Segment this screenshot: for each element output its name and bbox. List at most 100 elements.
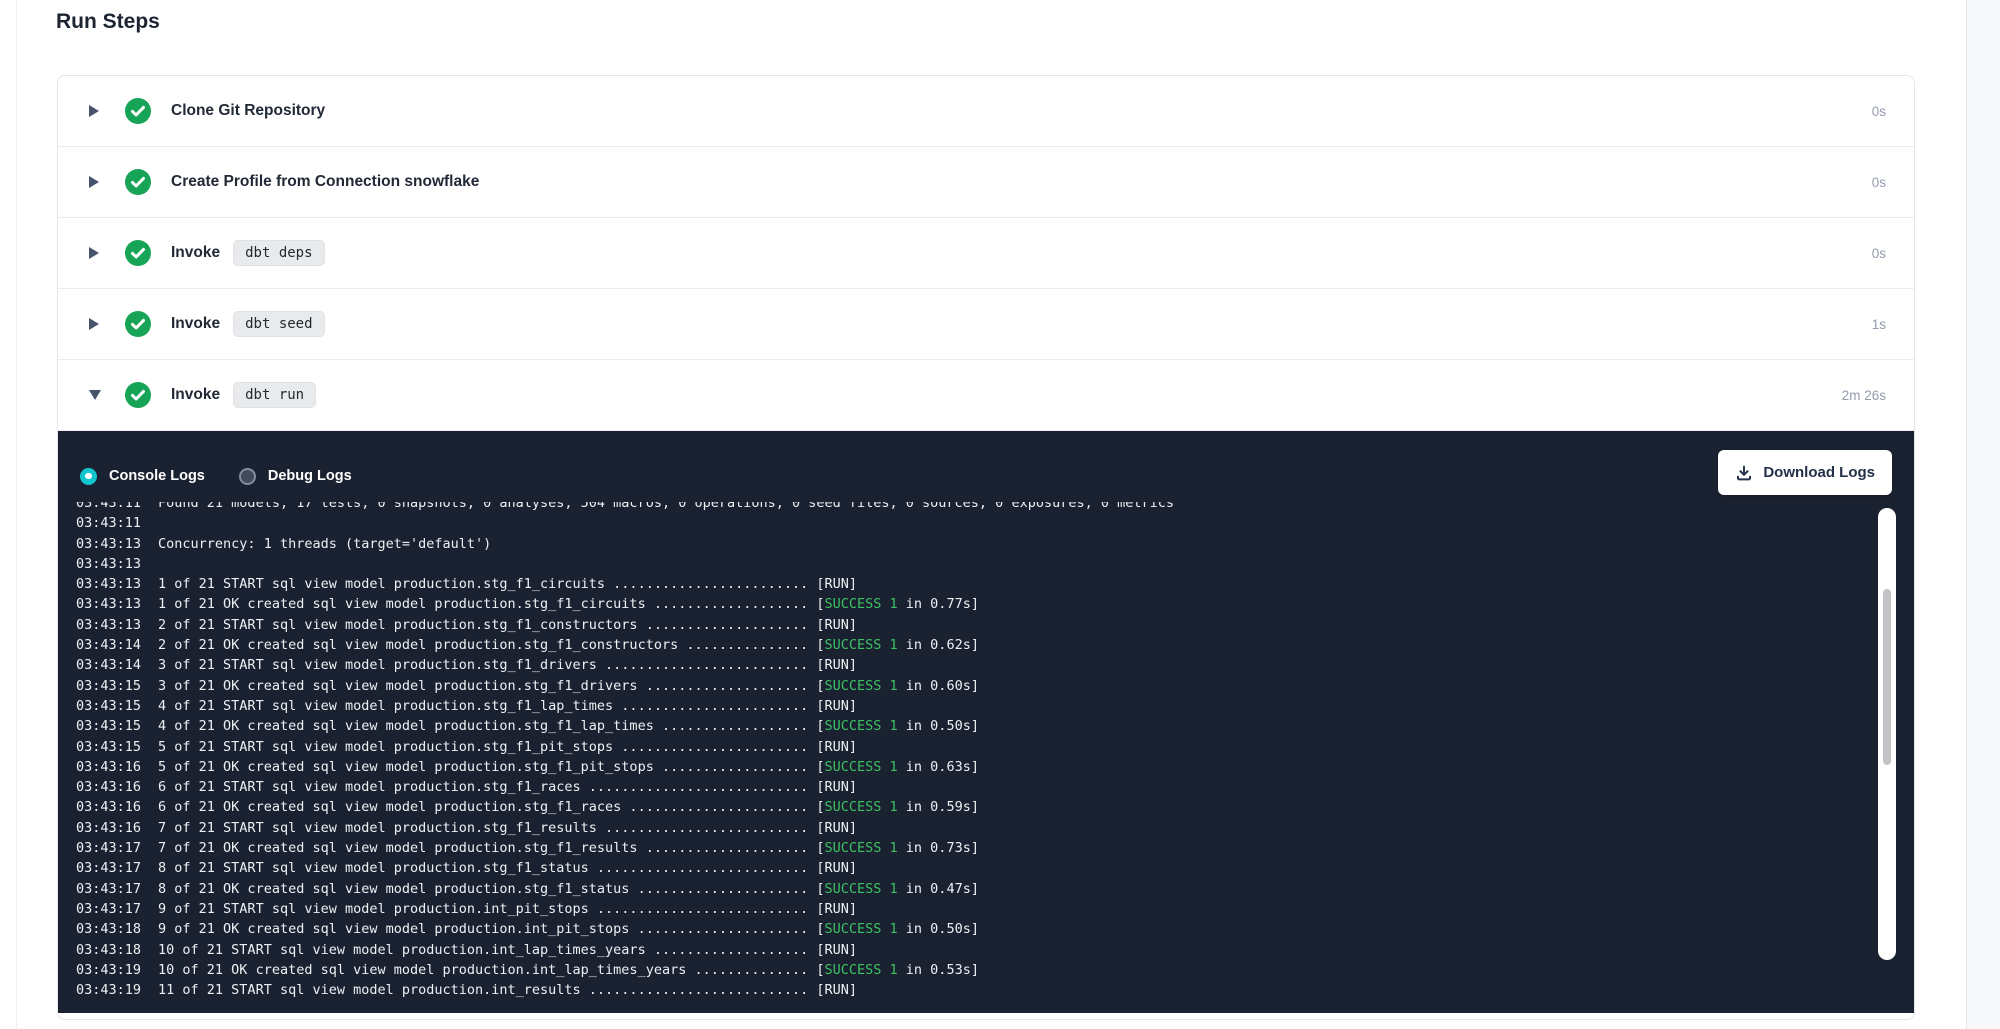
log-message: 5 of 21 OK created sql view model produc… xyxy=(158,759,979,775)
expand-caret-icon[interactable] xyxy=(89,247,103,259)
console-panel: Console Logs Debug Logs Download Logs 03… xyxy=(58,431,1914,1013)
success-check-icon xyxy=(125,240,151,266)
log-line: 03:43:13 2 of 21 START sql view model pro… xyxy=(76,615,1870,635)
log-message: 4 of 21 OK created sql view model produc… xyxy=(158,718,979,734)
log-line: 03:43:18 9 of 21 OK created sql view mode… xyxy=(76,919,1870,939)
log-line: 03:43:153 of 21 OK created sql view mode… xyxy=(76,676,1870,696)
log-timestamp: 03:43:17 xyxy=(76,901,141,917)
log-line: 03:43:16 7 of 21 START sql view model pro… xyxy=(76,818,1870,838)
success-check-icon xyxy=(125,382,151,408)
log-line: 03:43:14 2 of 21 OK created sql view mode… xyxy=(76,635,1870,655)
log-line: 03:43:19 10 of 21 OK created sql view mod… xyxy=(76,960,1870,980)
log-line: 03:43:17 9 of 21 START sql view model pro… xyxy=(76,899,1870,919)
log-message: 9 of 21 OK created sql view model produc… xyxy=(158,921,979,937)
log-message: 4 of 21 START sql view model production.… xyxy=(158,698,857,714)
log-timestamp: 03:43:13 xyxy=(76,556,141,572)
log-message: 3 of 21 OK created sql view model produc… xyxy=(158,678,979,694)
left-panel-divider xyxy=(16,0,17,1029)
log-message: 1 of 21 START sql view model production.… xyxy=(158,576,857,592)
console-logs-radio[interactable]: Console Logs xyxy=(80,468,205,485)
step-row-invoke-dbt-deps[interactable]: Invoke dbt deps 0s xyxy=(58,218,1914,289)
log-line: 03:43:11 xyxy=(76,513,1870,533)
download-logs-label: Download Logs xyxy=(1763,464,1875,481)
step-duration: 2m 26s xyxy=(1842,388,1886,403)
log-timestamp: 03:43:17 xyxy=(76,860,141,876)
console-scrollbar-thumb[interactable] xyxy=(1883,589,1891,765)
log-timestamp: 03:43:14 xyxy=(76,657,141,673)
log-timestamp: 03:43:16 xyxy=(76,759,141,775)
log-line: 03:43:13 1 of 21 OK created sql view mode… xyxy=(76,594,1870,614)
log-message: 10 of 21 OK created sql view model produ… xyxy=(158,962,979,978)
log-message: Concurrency: 1 threads (target='default'… xyxy=(158,536,491,552)
step-row-create-profile[interactable]: Create Profile from Connection snowflake… xyxy=(58,147,1914,218)
log-timestamp: 03:43:19 xyxy=(76,982,141,998)
log-timestamp: 03:43:11 xyxy=(76,515,141,531)
right-panel-strip xyxy=(1966,0,2000,1029)
command-badge: dbt seed xyxy=(233,311,324,337)
log-line: 03:43:155 of 21 START sql view model pro… xyxy=(76,737,1870,757)
log-timestamp: 03:43:15 xyxy=(76,718,141,734)
collapse-caret-icon[interactable] xyxy=(89,390,103,400)
log-timestamp: 03:43:11 xyxy=(76,502,141,511)
radio-selected-icon[interactable] xyxy=(80,468,97,485)
log-message: 8 of 21 START sql view model production.… xyxy=(158,860,857,876)
success-check-icon xyxy=(125,311,151,337)
log-timestamp: 03:43:18 xyxy=(76,942,141,958)
step-row-clone-git-repository[interactable]: Clone Git Repository 0s xyxy=(58,76,1914,147)
expand-caret-icon[interactable] xyxy=(89,318,103,330)
expand-caret-icon[interactable] xyxy=(89,176,103,188)
step-title: Create Profile from Connection snowflake xyxy=(171,173,479,191)
console-logs-label: Console Logs xyxy=(109,468,205,484)
log-message: 1 of 21 OK created sql view model produc… xyxy=(158,596,979,612)
log-timestamp: 03:43:17 xyxy=(76,881,141,897)
step-duration: 0s xyxy=(1872,175,1886,190)
step-title: Invoke xyxy=(171,386,220,404)
run-steps-card: Clone Git Repository 0s Create Profile f… xyxy=(57,75,1915,1020)
log-line: 03:43:166 of 21 OK created sql view mode… xyxy=(76,797,1870,817)
log-message: 10 of 21 START sql view model production… xyxy=(158,942,857,958)
log-timestamp: 03:43:18 xyxy=(76,921,141,937)
download-icon xyxy=(1735,464,1753,482)
console-log-viewport[interactable]: 03:43:11 Found 21 models, 17 tests, 0 sna… xyxy=(76,502,1870,1011)
log-timestamp: 03:43:13 xyxy=(76,596,141,612)
log-message: 2 of 21 START sql view model production.… xyxy=(158,617,857,633)
log-timestamp: 03:43:13 xyxy=(76,617,141,633)
log-line: 03:43:16 5 of 21 OK created sql view mode… xyxy=(76,757,1870,777)
log-message: 2 of 21 OK created sql view model produc… xyxy=(158,637,979,653)
log-line: 03:43:13Concurrency: 1 threads (target='… xyxy=(76,534,1870,554)
step-duration: 1s xyxy=(1872,317,1886,332)
log-line: 03:43:15 4 of 21 START sql view model pro… xyxy=(76,696,1870,716)
console-log-lines: 03:43:11 Found 21 models, 17 tests, 0 sna… xyxy=(76,502,1870,1000)
log-message: 11 of 21 START sql view model production… xyxy=(158,982,857,998)
log-type-radio-group: Console Logs Debug Logs xyxy=(80,457,352,495)
log-timestamp: 03:43:17 xyxy=(76,840,141,856)
download-logs-button[interactable]: Download Logs xyxy=(1718,450,1892,495)
log-line: 03:43:19 11 of 21 START sql view model pr… xyxy=(76,980,1870,1000)
log-timestamp: 03:43:16 xyxy=(76,820,141,836)
page-title: Run Steps xyxy=(56,10,160,34)
log-message: 7 of 21 OK created sql view model produc… xyxy=(158,840,979,856)
log-message: Found 21 models, 17 tests, 0 snapshots, … xyxy=(158,502,1174,511)
step-row-invoke-dbt-seed[interactable]: Invoke dbt seed 1s xyxy=(58,289,1914,360)
log-timestamp: 03:43:16 xyxy=(76,799,141,815)
step-row-invoke-dbt-run[interactable]: Invoke dbt run 2m 26s xyxy=(58,360,1914,431)
log-timestamp: 03:43:13 xyxy=(76,576,141,592)
log-line: 03:43:18 10 of 21 START sql view model pr… xyxy=(76,940,1870,960)
log-message: 9 of 21 START sql view model production.… xyxy=(158,901,857,917)
debug-logs-radio[interactable]: Debug Logs xyxy=(239,468,352,485)
debug-logs-label: Debug Logs xyxy=(268,468,352,484)
log-line: 03:43:178 of 21 OK created sql view mode… xyxy=(76,879,1870,899)
log-message: 7 of 21 START sql view model production.… xyxy=(158,820,857,836)
expand-caret-icon[interactable] xyxy=(89,105,103,117)
step-title: Invoke xyxy=(171,315,220,333)
log-timestamp: 03:43:19 xyxy=(76,962,141,978)
log-message: 5 of 21 START sql view model production.… xyxy=(158,739,857,755)
log-timestamp: 03:43:15 xyxy=(76,698,141,714)
log-message: 3 of 21 START sql view model production.… xyxy=(158,657,857,673)
log-line: 03:43:13 1 of 21 START sql view model pro… xyxy=(76,574,1870,594)
log-line: 03:43:17 8 of 21 START sql view model pro… xyxy=(76,858,1870,878)
radio-unselected-icon[interactable] xyxy=(239,468,256,485)
log-line: 03:43:13 xyxy=(76,554,1870,574)
log-timestamp: 03:43:14 xyxy=(76,637,141,653)
success-check-icon xyxy=(125,169,151,195)
